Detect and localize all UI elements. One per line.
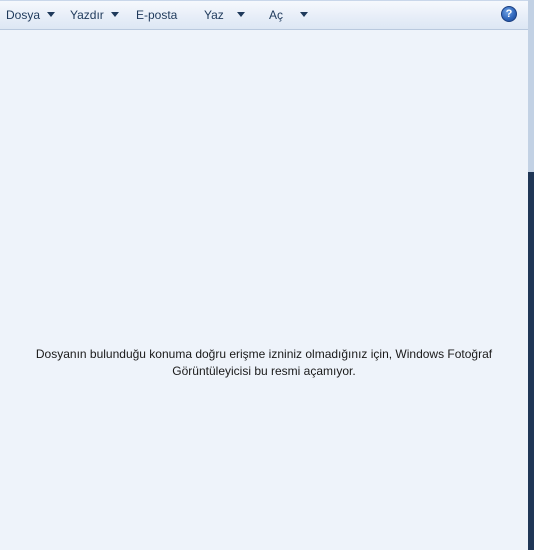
menu-ac-chevron-down-icon[interactable] <box>300 12 308 17</box>
menu-e-posta[interactable]: E-posta <box>136 1 177 29</box>
menu-dosya-label: Dosya <box>6 8 41 22</box>
photo-viewer-window: Dosya Yazdır E-posta Yaz Aç ? Dosyanın b… <box>0 0 528 550</box>
error-message: Dosyanın bulunduğu konuma doğru erişme i… <box>20 346 508 380</box>
menu-e-posta-label: E-posta <box>136 8 178 22</box>
image-display-area: Dosyanın bulunduğu konuma doğru erişme i… <box>0 30 528 550</box>
menu-ac[interactable]: Aç <box>269 1 283 29</box>
menu-yaz-label: Yaz <box>204 8 224 22</box>
window-right-edge-dark <box>528 172 534 550</box>
menu-yaz[interactable]: Yaz <box>204 1 224 29</box>
menu-yazdir-label: Yazdır <box>70 8 104 22</box>
help-icon-glyph: ? <box>505 8 513 20</box>
menu-yazdir[interactable]: Yazdır <box>70 1 104 29</box>
menubar: Dosya Yazdır E-posta Yaz Aç ? <box>0 1 528 30</box>
menu-dosya[interactable]: Dosya <box>6 1 40 29</box>
error-message-line-2: Görüntüleyicisi bu resmi açamıyor. <box>172 364 356 378</box>
menu-yazdir-chevron-down-icon[interactable] <box>111 12 119 17</box>
menu-yaz-chevron-down-icon[interactable] <box>237 12 245 17</box>
menu-dosya-chevron-down-icon[interactable] <box>47 12 55 17</box>
menu-ac-label: Aç <box>269 8 284 22</box>
error-message-line-1: Dosyanın bulunduğu konuma doğru erişme i… <box>35 347 493 361</box>
help-icon[interactable]: ? <box>501 6 517 22</box>
